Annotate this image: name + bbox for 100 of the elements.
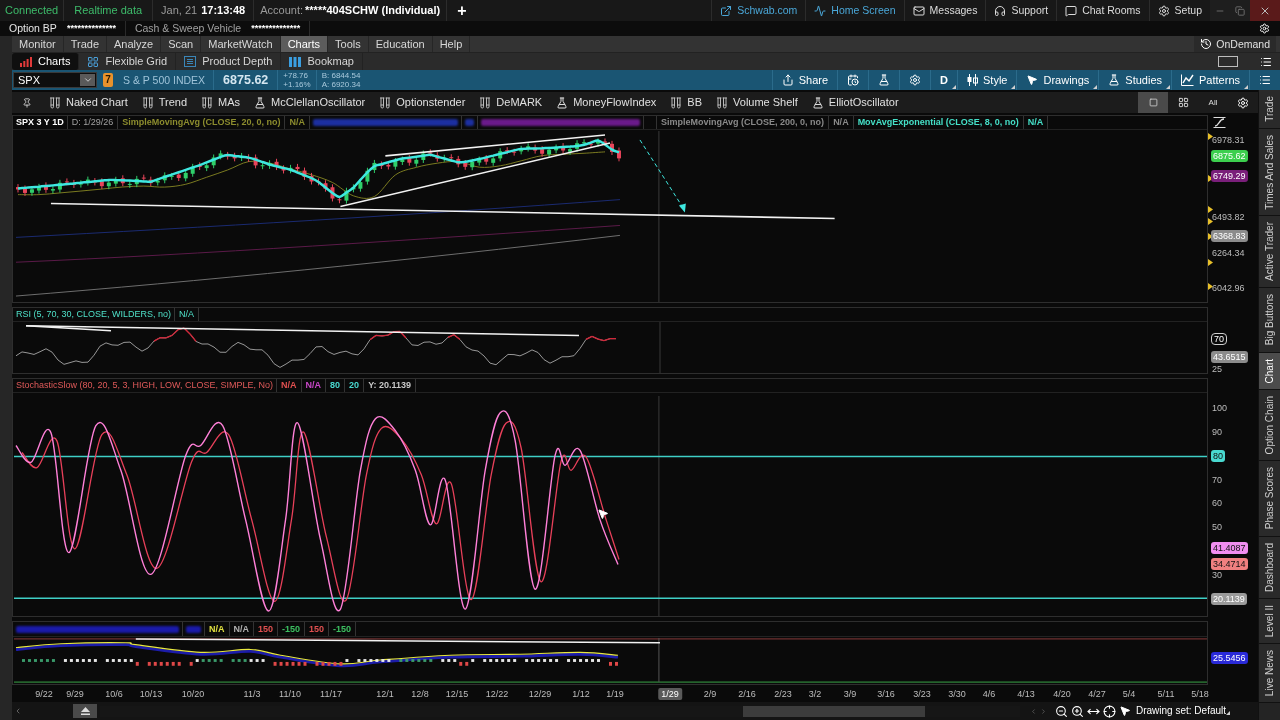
date-axis-label: 4/13 xyxy=(1017,689,1035,700)
study-set-button[interactable]: MAs xyxy=(194,92,248,113)
axis-label: 60 xyxy=(1212,497,1222,510)
main-tab[interactable]: Scan xyxy=(161,36,202,52)
date-axis-label: 3/23 xyxy=(913,689,931,700)
study-value: N/A xyxy=(285,116,310,129)
menu-icon[interactable] xyxy=(1260,55,1272,68)
date-axis-label: 5/18 xyxy=(1191,689,1209,700)
study-set-button[interactable]: Trend xyxy=(134,92,195,113)
side-tab[interactable]: Chart xyxy=(1259,352,1280,390)
main-tab[interactable]: Charts xyxy=(280,36,329,52)
rectangle-icon[interactable] xyxy=(1218,56,1238,67)
value-badge: 41.4087 xyxy=(1211,541,1248,554)
add-button[interactable]: + xyxy=(447,0,477,21)
drawing-set-button[interactable]: Drawing set: Default xyxy=(1136,706,1232,716)
date-axis-label: 12/8 xyxy=(411,689,429,700)
cursor-icon[interactable] xyxy=(1119,705,1131,717)
study-set-button[interactable]: MoneyFlowIndex xyxy=(549,92,664,113)
study-value: 20 xyxy=(345,379,365,392)
side-tab[interactable]: Dashboard xyxy=(1259,536,1280,599)
main-tab[interactable]: Tools xyxy=(328,36,369,52)
grid-icon xyxy=(87,55,100,68)
zigzag-chart-icon xyxy=(1181,74,1195,86)
date-axis-label: 11/17 xyxy=(320,689,342,700)
zoom-out-icon[interactable] xyxy=(1055,704,1068,718)
on-demand-button[interactable]: OnDemand xyxy=(1194,36,1276,52)
study-set-button[interactable]: Naked Chart xyxy=(42,92,135,113)
study-value: N/A xyxy=(175,308,200,321)
date-axis-label: 12/1 xyxy=(376,689,394,700)
axis-label: 6493.82 xyxy=(1212,210,1245,223)
value-badge: 70 xyxy=(1211,333,1227,345)
symbol-field[interactable]: SPX xyxy=(13,72,97,88)
study-set-button[interactable]: Optionstender xyxy=(372,92,473,113)
net-change: +78.76 xyxy=(283,71,309,80)
collapse-panel-button[interactable] xyxy=(73,704,97,718)
restore-button[interactable] xyxy=(1230,0,1250,21)
test-tubes-icon xyxy=(479,96,492,109)
flask-icon xyxy=(254,96,267,109)
study-value: Y: 20.1139 xyxy=(364,379,416,392)
study-set-button[interactable]: DeMARK xyxy=(472,92,550,113)
date-text: Jan, 21 xyxy=(161,5,198,16)
side-tab[interactable]: Active Trader xyxy=(1259,216,1280,289)
value-badge: 6749.29 xyxy=(1211,170,1248,183)
study-set-button[interactable]: McClellanOscillator xyxy=(247,92,373,113)
side-tab[interactable]: Times And Sales xyxy=(1259,128,1280,217)
main-tab[interactable]: Trade xyxy=(63,36,107,52)
study-set-button[interactable]: Volume Shelf xyxy=(709,92,805,113)
side-tab[interactable]: Trade xyxy=(1259,90,1280,129)
mouse-pointer-icon xyxy=(597,507,609,521)
value-badge: 25.5456 xyxy=(1211,652,1248,664)
side-tab[interactable]: Big Buttons xyxy=(1259,288,1280,353)
side-tab[interactable]: Phase Scores xyxy=(1259,461,1280,537)
date-axis-label: 4/27 xyxy=(1088,689,1106,700)
balance-label: Option BP xyxy=(9,23,57,34)
date-axis-label: 2/9 xyxy=(703,689,717,700)
side-tab[interactable]: Option Chain xyxy=(1259,389,1280,462)
scroll-left-icon[interactable] xyxy=(14,707,22,715)
main-tab[interactable]: Monitor xyxy=(12,36,64,52)
side-tab[interactable]: Level II xyxy=(1259,598,1280,644)
study-label: SimpleMovingAvg (CLOSE, 200, 0, no) xyxy=(655,116,830,129)
corner-triangle-icon xyxy=(952,85,956,89)
menu-icon xyxy=(1259,74,1271,86)
date-axis-label: 3/2 xyxy=(808,689,822,700)
square-icon xyxy=(1148,98,1158,107)
date-axis-label: 11/3 xyxy=(243,689,261,700)
side-tab[interactable]: Live News xyxy=(1259,643,1280,703)
date-axis-label: 2/23 xyxy=(774,689,792,700)
corner-triangle-icon xyxy=(1093,85,1098,89)
date-axis-label: 1/19 xyxy=(606,689,624,700)
date-axis-label: 3/16 xyxy=(877,689,895,700)
main-tab[interactable]: MarketWatch xyxy=(201,36,281,52)
zoom-in-icon[interactable] xyxy=(1071,704,1084,718)
study-set-button[interactable]: ElliotOscillator xyxy=(804,92,906,113)
value-badge: 6875.62 xyxy=(1211,150,1248,163)
pulse-icon xyxy=(814,4,827,17)
alert-count-badge[interactable]: 7 xyxy=(103,73,113,87)
date-axis-label: 9/22 xyxy=(35,689,53,700)
triangle-marker-icon xyxy=(1208,283,1213,290)
crosshair-icon[interactable] xyxy=(1103,704,1116,718)
main-tab[interactable]: Analyze xyxy=(107,36,162,52)
scrollbar-thumb[interactable] xyxy=(743,705,925,717)
flask-icon xyxy=(811,96,824,109)
value-badge: 43.6515 xyxy=(1211,350,1248,363)
settings-icon[interactable] xyxy=(1259,23,1270,34)
axis-label: 50 xyxy=(1212,521,1222,534)
test-tubes-icon xyxy=(49,96,61,109)
main-tab[interactable]: Help xyxy=(432,36,471,52)
value-badge: 80 xyxy=(1211,449,1225,462)
clock-time: 17:13:48 xyxy=(201,5,246,16)
study-value: -150 xyxy=(278,622,306,636)
date-axis-label: 12/29 xyxy=(528,689,552,700)
sub-tab[interactable]: Charts xyxy=(12,53,80,70)
study-label: SimpleMovingAvg (CLOSE, 20, 0, no) xyxy=(118,116,286,129)
test-tubes-icon xyxy=(201,96,214,109)
main-tab[interactable]: Education xyxy=(368,36,433,52)
bar-chart-icon xyxy=(20,56,32,67)
triangle-up-icon xyxy=(80,707,90,715)
curve-icon[interactable] xyxy=(1213,117,1226,128)
study-set-button[interactable]: BB xyxy=(663,92,710,113)
date-axis-label: 10/13 xyxy=(139,689,163,700)
